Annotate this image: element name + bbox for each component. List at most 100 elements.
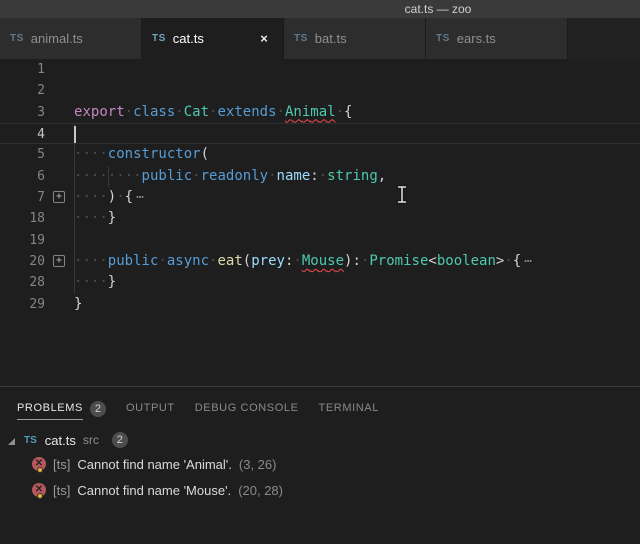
code-line[interactable]: } (74, 294, 640, 315)
code-token: eat (217, 252, 243, 269)
tab-cat-ts[interactable]: TS cat.ts × (142, 18, 284, 59)
line-number: 7 (37, 189, 45, 205)
quickfix-lightbulb-icon (37, 467, 43, 473)
tab-ears-ts[interactable]: TS ears.ts (426, 18, 568, 59)
code-token: ⋯ (136, 189, 144, 205)
close-tab-icon[interactable]: × (255, 31, 273, 46)
code-token: { (344, 103, 353, 120)
code-token: · (192, 167, 201, 184)
tab-label: ears.ts (456, 31, 496, 46)
window-titlebar: cat.ts — zoo (0, 0, 640, 18)
code-token: boolean (436, 252, 496, 269)
tab-animal-ts[interactable]: TS animal.ts (0, 18, 142, 59)
code-token: ···· (74, 188, 108, 205)
code-line[interactable]: ····} (74, 208, 640, 230)
code-token: ): (344, 252, 361, 269)
line-number: 3 (37, 104, 45, 120)
indent-guide (74, 186, 75, 209)
fold-gutter (45, 102, 74, 123)
indent-guide (74, 208, 75, 230)
quickfix-lightbulb-icon (37, 493, 43, 499)
typescript-file-icon: TS (10, 33, 24, 44)
problem-row-animal[interactable]: ✕ [ts] Cannot find name 'Animal'. (3, 26… (0, 451, 640, 477)
code-line[interactable]: ····} (74, 272, 640, 294)
code-token: } (107, 210, 117, 227)
code-line-row[interactable]: 4 (0, 122, 640, 145)
code-token: } (74, 295, 83, 312)
code-token: readonly (200, 167, 269, 184)
code-line[interactable]: export·class·Cat·extends·Animal·{ (74, 102, 640, 123)
tab-bat-ts[interactable]: TS bat.ts (284, 18, 426, 59)
code-line-row[interactable]: 5 ····constructor( (0, 144, 640, 166)
code-line[interactable] (74, 229, 640, 251)
fold-gutter (45, 166, 74, 187)
line-number: 29 (29, 296, 45, 312)
problem-location: (3, 26) (238, 456, 277, 472)
code-line-row[interactable]: 18 ····} (0, 208, 640, 230)
panel-tab-problems[interactable]: PROBLEMS 2 (17, 401, 106, 421)
expand-twistie-icon[interactable] (8, 437, 15, 445)
problem-row-mouse[interactable]: ✕ [ts] Cannot find name 'Mouse'. (20, 28… (0, 477, 640, 503)
fold-expand-icon[interactable]: + (53, 190, 65, 203)
panel-tab-label: DEBUG CONSOLE (194, 402, 299, 414)
code-line-row[interactable]: 7 + ····)·{⋯ (0, 186, 640, 209)
code-line-row[interactable]: 28 ····} (0, 272, 640, 294)
code-token: async (166, 252, 209, 269)
code-token: } (107, 274, 117, 291)
code-line[interactable]: ····public·async·eat(prey:·Mouse):·Promi… (74, 250, 640, 273)
code-token: · (175, 103, 184, 120)
code-line-row[interactable]: 19 (0, 229, 640, 251)
code-line-row[interactable]: 20 + ····public·async·eat(prey:·Mouse):·Pr… (0, 250, 640, 273)
code-token: , (377, 167, 387, 184)
tab-label: animal.ts (30, 31, 83, 46)
code-line[interactable]: ····constructor( (74, 144, 640, 166)
fold-gutter (45, 59, 74, 80)
line-number: 6 (37, 168, 45, 184)
code-line-row[interactable]: 29} (0, 294, 640, 315)
code-line-row[interactable]: 6 ········public·readonly·name:·string, (0, 165, 640, 187)
code-token: · (116, 188, 125, 205)
code-line[interactable] (74, 123, 640, 144)
code-token: { (124, 188, 134, 205)
code-token: extends (217, 103, 277, 120)
code-line-row[interactable]: 1 (0, 59, 640, 80)
code-line[interactable]: ········public·readonly·name:·string, (74, 165, 640, 187)
code-line-row[interactable]: 3 export·class·Cat·extends·Animal·{ (0, 102, 640, 123)
code-token: ···· (74, 146, 108, 163)
typescript-file-icon: TS (152, 33, 166, 44)
fold-gutter (45, 124, 74, 143)
code-token: < (428, 252, 437, 269)
indent-guide (74, 165, 75, 187)
code-line[interactable] (74, 80, 640, 101)
problem-location: (20, 28) (238, 482, 283, 498)
panel-tab-output[interactable]: OUTPUT (126, 402, 175, 420)
code-editor[interactable]: 1 2 3 export·class·Cat·extends·Animal·{4 5 ··… (0, 59, 640, 386)
fold-gutter (45, 294, 74, 315)
problem-source: [ts] (53, 456, 71, 472)
problem-message: Cannot find name 'Animal'. (77, 456, 232, 472)
indent-guide (74, 272, 75, 294)
tab-label: bat.ts (314, 31, 347, 46)
code-token: ( (242, 252, 252, 269)
code-token: ⋯ (524, 253, 533, 269)
code-token: prey (251, 252, 285, 269)
code-token: Animal (284, 103, 336, 120)
code-token: ) (107, 188, 117, 205)
code-line[interactable]: ····)·{⋯ (74, 186, 640, 209)
code-token: · (335, 103, 344, 120)
code-line[interactable] (74, 59, 640, 80)
problems-count-badge: 2 (89, 401, 106, 417)
panel-tab-terminal[interactable]: TERMINAL (319, 402, 379, 420)
file-problems-count-badge: 2 (111, 432, 128, 448)
code-token: · (504, 252, 513, 269)
code-token: : (310, 167, 319, 184)
fold-expand-icon[interactable]: + (53, 254, 65, 267)
code-token: · (318, 167, 328, 184)
fold-gutter (45, 272, 74, 293)
code-token: Promise (369, 252, 429, 269)
problems-file-group-row[interactable]: TS cat.ts src 2 (0, 429, 640, 451)
panel-tab-debug-console[interactable]: DEBUG CONSOLE (195, 402, 299, 420)
error-icon: ✕ (32, 483, 46, 499)
problems-file-path: src (82, 433, 99, 447)
code-line-row[interactable]: 2 (0, 80, 640, 101)
